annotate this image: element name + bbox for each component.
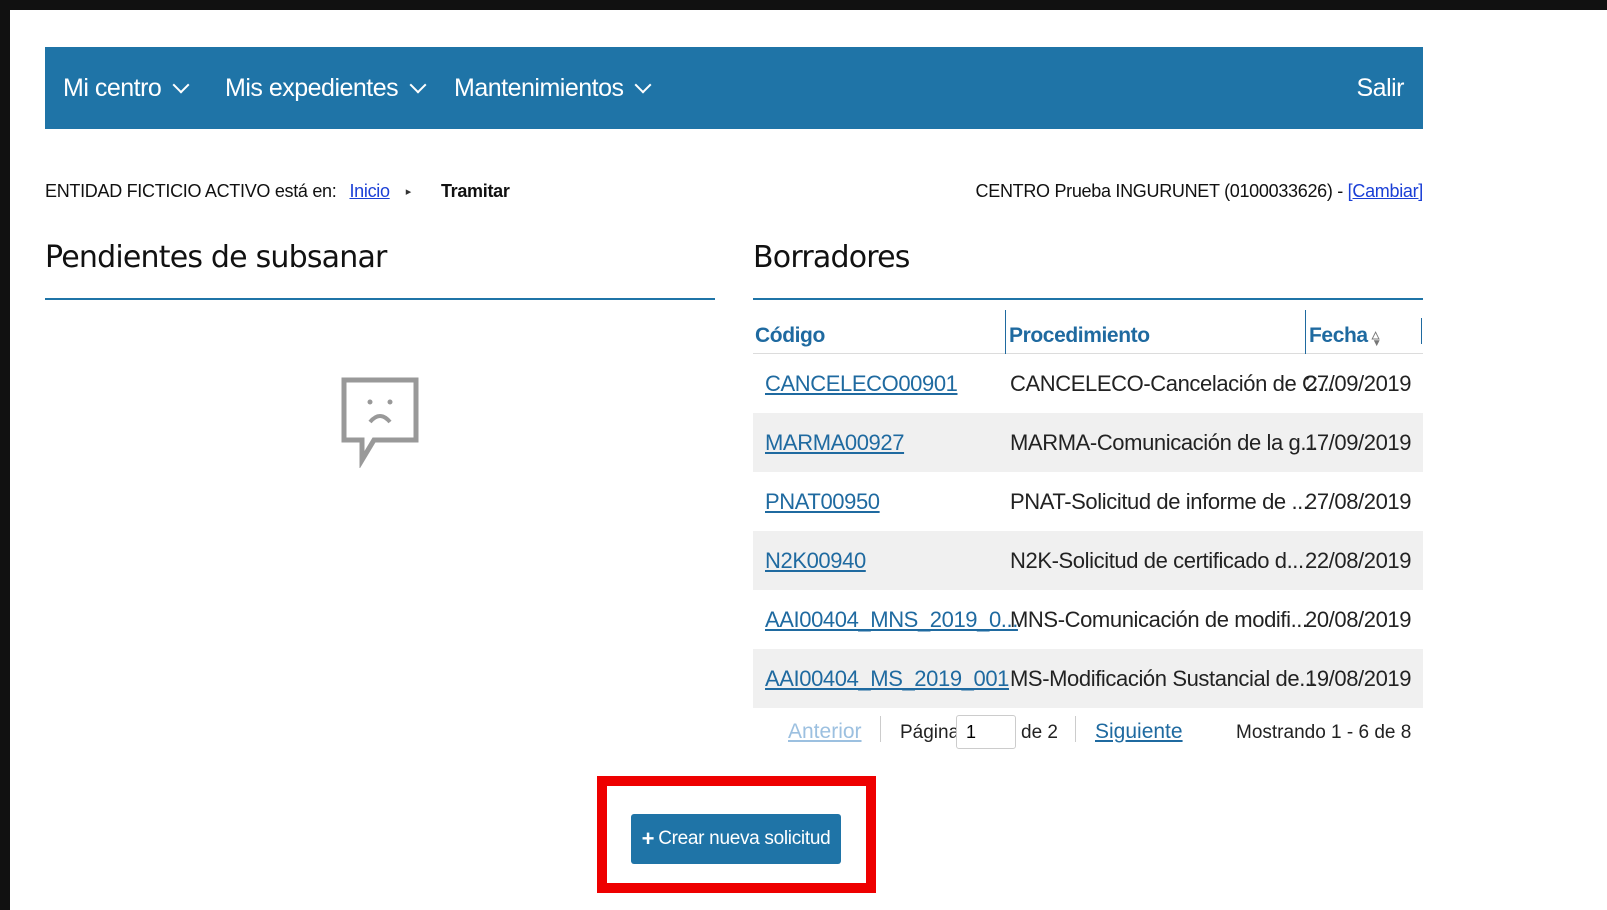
- row-procedimiento: CANCELECO-Cancelación de C...: [1010, 370, 1335, 396]
- column-header-codigo[interactable]: Código: [755, 310, 825, 354]
- pagination-next-link[interactable]: Siguiente: [1095, 720, 1183, 744]
- row-codigo-link[interactable]: N2K00940: [765, 548, 866, 574]
- column-header-fecha-label: Fecha: [1309, 324, 1368, 347]
- row-fecha: 20/08/2019: [1305, 606, 1412, 632]
- change-center-link[interactable]: [Cambiar]: [1348, 181, 1424, 201]
- table-header: Código Procedimiento Fecha △ ▼: [753, 310, 1423, 354]
- pagination-page-input[interactable]: [956, 715, 1016, 749]
- pendientes-divider: [45, 298, 715, 300]
- create-new-request-label: Crear nueva solicitud: [658, 828, 831, 849]
- table-row: AAI00404_MNS_2019_0... MNS-Comunicación …: [753, 590, 1423, 649]
- row-fecha: 17/09/2019: [1305, 429, 1412, 455]
- chevron-down-icon: [634, 76, 652, 94]
- row-codigo-link[interactable]: CANCELECO00901: [765, 371, 958, 397]
- row-codigo-link[interactable]: AAI00404_MS_2019_001: [765, 666, 1009, 692]
- borradores-divider: [753, 298, 1423, 300]
- row-procedimiento: N2K-Solicitud de certificado d...: [1010, 547, 1304, 573]
- table-row: PNAT00950 PNAT-Solicitud de informe de .…: [753, 472, 1423, 531]
- top-navbar: Mi centro Mis expedientes Mantenimientos…: [45, 47, 1423, 129]
- column-header-procedimiento[interactable]: Procedimiento: [1005, 310, 1150, 354]
- row-fecha: 22/08/2019: [1305, 547, 1412, 573]
- column-divider: [1421, 318, 1422, 344]
- chevron-down-icon: [409, 76, 427, 94]
- row-fecha: 19/08/2019: [1305, 665, 1412, 691]
- sort-icon[interactable]: △ ▼: [1372, 331, 1382, 349]
- column-header-fecha[interactable]: Fecha △ ▼: [1305, 310, 1382, 354]
- table-row: N2K00940 N2K-Solicitud de certificado d.…: [753, 531, 1423, 590]
- pagination-total-pages: de 2: [1021, 722, 1058, 743]
- pagination-divider: [1075, 716, 1076, 742]
- breadcrumb-current: Tramitar: [440, 181, 510, 201]
- create-new-request-button[interactable]: + Crear nueva solicitud: [631, 814, 841, 864]
- breadcrumb-separator-icon: ▸: [405, 186, 412, 198]
- nav-mis-expedientes[interactable]: Mis expedientes: [225, 47, 427, 129]
- row-codigo-link[interactable]: MARMA00927: [765, 430, 904, 456]
- breadcrumb-prefix: ENTIDAD FICTICIO ACTIVO está en:: [45, 181, 337, 201]
- row-fecha: 27/09/2019: [1305, 370, 1412, 396]
- breadcrumb: ENTIDAD FICTICIO ACTIVO está en: Inicio …: [45, 181, 510, 202]
- pagination-showing-text: Mostrando 1 - 6 de 8: [1236, 722, 1412, 743]
- pagination-divider: [880, 716, 881, 742]
- nav-mis-expedientes-label: Mis expedientes: [225, 73, 399, 102]
- row-procedimiento: MNS-Comunicación de modifi...: [1010, 606, 1308, 632]
- row-codigo-link[interactable]: AAI00404_MNS_2019_0...: [765, 607, 1018, 633]
- center-info: CENTRO Prueba INGURUNET (0100033626) - […: [975, 181, 1424, 202]
- table-body: CANCELECO00901 CANCELECO-Cancelación de …: [753, 354, 1423, 708]
- nav-salir[interactable]: Salir: [1356, 47, 1404, 129]
- borradores-title: Borradores: [753, 240, 910, 275]
- row-procedimiento: MS-Modificación Sustancial de...: [1010, 665, 1317, 691]
- screen-frame-top: [0, 0, 1607, 10]
- nav-mantenimientos-label: Mantenimientos: [454, 73, 624, 102]
- row-procedimiento: PNAT-Solicitud de informe de ...: [1010, 488, 1309, 514]
- plus-icon: +: [641, 826, 655, 851]
- nav-mantenimientos[interactable]: Mantenimientos: [454, 47, 652, 129]
- pendientes-title: Pendientes de subsanar: [45, 240, 387, 275]
- table-row: CANCELECO00901 CANCELECO-Cancelación de …: [753, 354, 1423, 413]
- breadcrumb-home-link[interactable]: Inicio: [349, 181, 390, 202]
- row-fecha: 27/08/2019: [1305, 488, 1412, 514]
- pagination-page-label: Página: [900, 722, 960, 743]
- pagination: Anterior Página de 2 Siguiente Mostrando…: [753, 712, 1423, 752]
- row-procedimiento: MARMA-Comunicación de la g...: [1010, 429, 1318, 455]
- screen-frame-left: [0, 0, 10, 910]
- borradores-table: Código Procedimiento Fecha △ ▼ CANCELECO0…: [753, 310, 1423, 708]
- chevron-down-icon: [172, 76, 190, 94]
- center-info-text: CENTRO Prueba INGURUNET (0100033626) -: [975, 181, 1344, 201]
- row-codigo-link[interactable]: PNAT00950: [765, 489, 880, 515]
- pagination-prev-link[interactable]: Anterior: [788, 720, 862, 744]
- table-row: AAI00404_MS_2019_001 MS-Modificación Sus…: [753, 649, 1423, 708]
- sad-speech-bubble-icon: [341, 377, 419, 468]
- nav-mi-centro[interactable]: Mi centro: [63, 47, 190, 129]
- table-row: MARMA00927 MARMA-Comunicación de la g...…: [753, 413, 1423, 472]
- nav-mi-centro-label: Mi centro: [63, 73, 162, 102]
